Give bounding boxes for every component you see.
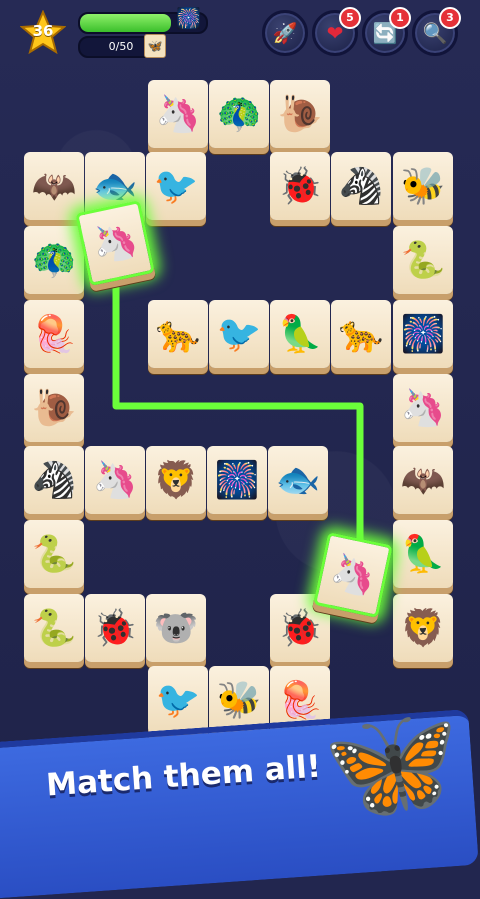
snail-icon: 🐌 [31, 388, 77, 429]
butterfly-mascot-icon: 🦋 [322, 699, 459, 827]
progress-rocket-icon: 🎆 [176, 6, 201, 30]
parrot-icon: 🦜 [277, 314, 323, 355]
shuffle-count-badge: 1 [389, 7, 411, 29]
tile-fish[interactable]: 🐟 [268, 446, 328, 514]
zebra-icon: 🦓 [338, 166, 384, 207]
bee-icon: 🐝 [400, 166, 446, 207]
tile-toucan[interactable]: 🐦 [146, 152, 206, 220]
ladybug-icon: 🐞 [277, 608, 323, 649]
fish-icon: 🐟 [275, 460, 321, 501]
tile-zebra[interactable]: 🦓 [331, 152, 391, 220]
heart-booster-button[interactable]: ❤ 5 [312, 7, 361, 56]
snake-icon: 🐍 [31, 534, 77, 575]
level-number: 36 [32, 22, 54, 40]
peacock-icon: 🦚 [31, 240, 77, 281]
lion-icon: 🦁 [400, 608, 446, 649]
seahorse-icon: 🦄 [92, 460, 138, 501]
tile-snail[interactable]: 🐌 [270, 80, 330, 148]
tile-parrot[interactable]: 🦜 [270, 300, 330, 368]
bat-icon: 🦇 [31, 166, 77, 207]
tile-snail[interactable]: 🐌 [24, 374, 84, 442]
heart-count-badge: 5 [339, 7, 361, 29]
jellyfish-icon: 🪼 [277, 680, 323, 721]
tile-snake[interactable]: 🐍 [393, 226, 453, 294]
tile-toucan[interactable]: 🐦 [148, 666, 208, 734]
bee-icon: 🐝 [216, 680, 262, 721]
cheetah-icon: 🐆 [155, 314, 201, 355]
tile-toucan[interactable]: 🐦 [209, 300, 269, 368]
firework-icon: 🎆 [400, 314, 446, 355]
tile-seahorse[interactable]: 🦄 [148, 80, 208, 148]
snake-icon: 🐍 [400, 240, 446, 281]
seahorse-icon: 🦄 [155, 94, 201, 135]
unicorn-icon: 🦄 [326, 550, 380, 601]
unicorn-icon: 🦄 [88, 218, 142, 269]
tile-zebra[interactable]: 🦓 [24, 446, 84, 514]
tile-jellyfish[interactable]: 🪼 [24, 300, 84, 368]
butterfly-tile-icon: 🦋 [144, 34, 166, 58]
firework-icon: 🎆 [214, 460, 260, 501]
tile-parrot[interactable]: 🦜 [393, 520, 453, 588]
seahorse-icon: 🦄 [400, 388, 446, 429]
progress-fill [80, 14, 171, 32]
tile-ladybug[interactable]: 🐞 [270, 152, 330, 220]
hint-booster-button[interactable]: 🔍 3 [412, 7, 461, 56]
zebra-icon: 🦓 [31, 460, 77, 501]
tile-snake[interactable]: 🐍 [24, 594, 84, 662]
tile-peacock[interactable]: 🦚 [24, 226, 84, 294]
tile-seahorse[interactable]: 🦄 [393, 374, 453, 442]
tile-firework[interactable]: 🎆 [207, 446, 267, 514]
bat-icon: 🦇 [400, 460, 446, 501]
koala-icon: 🐨 [153, 608, 199, 649]
tile-seahorse[interactable]: 🦄 [85, 446, 145, 514]
rocket-icon: 🚀 [272, 21, 298, 45]
toucan-icon: 🐦 [155, 680, 201, 721]
cheetah-icon: 🐆 [338, 314, 384, 355]
tile-bat[interactable]: 🦇 [24, 152, 84, 220]
peacock-icon: 🦚 [216, 94, 262, 135]
tile-bee[interactable]: 🐝 [393, 152, 453, 220]
ladybug-icon: 🐞 [277, 166, 323, 207]
shuffle-booster-button[interactable]: 🔄 1 [362, 7, 411, 56]
parrot-icon: 🦜 [400, 534, 446, 575]
toucan-icon: 🐦 [153, 166, 199, 207]
tile-cheetah[interactable]: 🐆 [148, 300, 208, 368]
tile-firework[interactable]: 🎆 [393, 300, 453, 368]
toucan-icon: 🐦 [216, 314, 262, 355]
tile-bat[interactable]: 🦇 [393, 446, 453, 514]
tile-snake[interactable]: 🐍 [24, 520, 84, 588]
snail-icon: 🐌 [277, 94, 323, 135]
ladybug-icon: 🐞 [92, 608, 138, 649]
lion-icon: 🦁 [153, 460, 199, 501]
tile-lion[interactable]: 🦁 [393, 594, 453, 662]
jellyfish-icon: 🪼 [31, 314, 77, 355]
tile-cheetah[interactable]: 🐆 [331, 300, 391, 368]
tile-koala[interactable]: 🐨 [146, 594, 206, 662]
tile-lion[interactable]: 🦁 [146, 446, 206, 514]
hint-count-badge: 3 [439, 7, 461, 29]
tile-ladybug[interactable]: 🐞 [85, 594, 145, 662]
snake-icon: 🐍 [31, 608, 77, 649]
rocket-booster-button[interactable]: 🚀 [262, 10, 308, 56]
tile-peacock[interactable]: 🦚 [209, 80, 269, 148]
